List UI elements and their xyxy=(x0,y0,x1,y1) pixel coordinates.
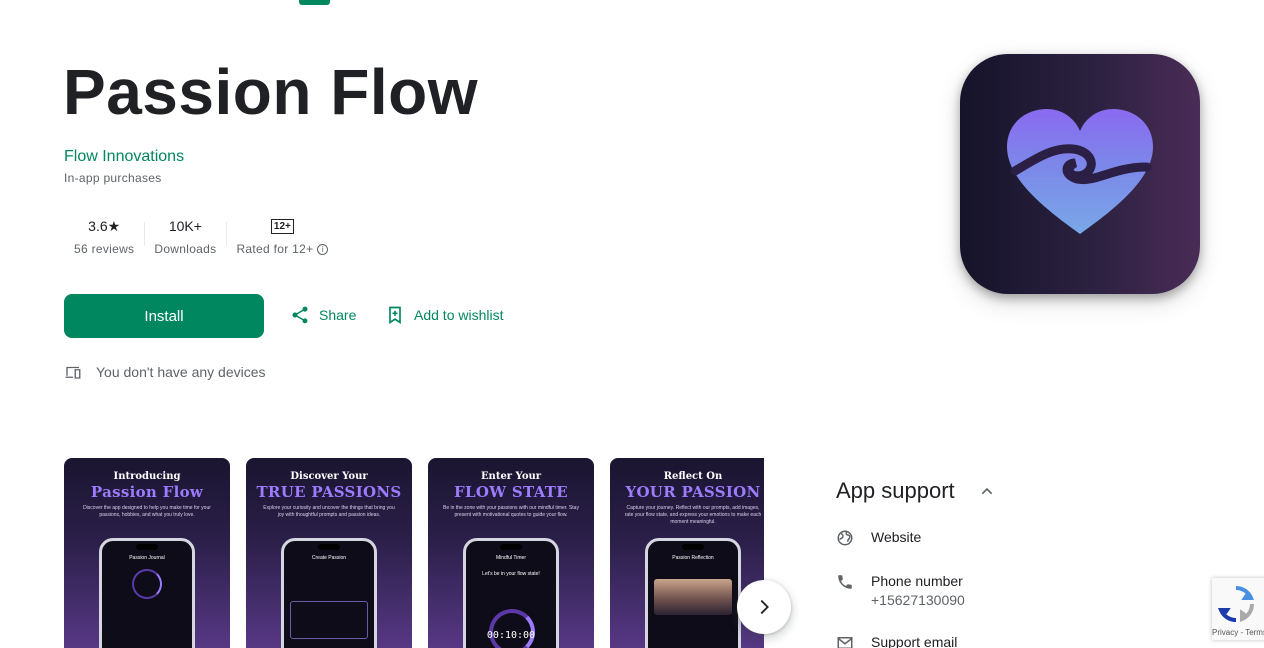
reviews-count: 56 reviews xyxy=(74,242,135,256)
devices-notice: You don't have any devices xyxy=(64,363,266,381)
share-label: Share xyxy=(319,307,357,323)
share-button[interactable]: Share xyxy=(290,305,356,325)
info-icon[interactable]: i xyxy=(317,243,329,255)
screenshot-heading-line1: Discover Your xyxy=(290,471,368,482)
downloads-value: 10K+ xyxy=(168,218,202,234)
profile-avatar xyxy=(132,569,162,599)
rating-value: 3.6★ xyxy=(88,218,121,234)
wishlist-label: Add to wishlist xyxy=(414,307,504,323)
recaptcha-badge[interactable]: Privacy - Terms xyxy=(1212,578,1264,640)
app-icon xyxy=(960,54,1200,294)
screenshot-heading-line1: Enter Your xyxy=(480,471,542,482)
bookmark-add-icon xyxy=(389,306,401,325)
downloads-stat: 10K+ Downloads xyxy=(144,214,226,256)
email-label: Support email xyxy=(871,634,958,648)
screenshot-heading-line1: Reflect On xyxy=(663,471,723,482)
app-stats: 3.6★ 56 reviews 10K+ Downloads 12+ Rated… xyxy=(64,214,338,256)
phone-mockup: Create Passion xyxy=(281,538,377,648)
phone-mockup: Mindful Timer Let's be in your flow stat… xyxy=(463,538,559,648)
app-support-title: App support xyxy=(836,478,955,503)
screenshot-description: Explore your curiosity and uncover the t… xyxy=(263,505,395,518)
screenshots-carousel: Introducing Passion Flow Discover the ap… xyxy=(64,458,764,648)
phone-mockup: Passion Journal xyxy=(99,538,195,648)
mail-icon xyxy=(837,637,853,648)
screenshot-heading-line2: FLOW STATE xyxy=(454,483,568,501)
timer-ring xyxy=(489,609,535,648)
phone-message: Let's be in your flow state! xyxy=(482,571,540,577)
devices-icon xyxy=(65,366,81,379)
phone-value: +15627130090 xyxy=(871,592,965,608)
share-icon xyxy=(292,306,308,324)
content-rating-label: Rated for 12+ xyxy=(236,242,314,256)
add-to-wishlist-button[interactable]: Add to wishlist xyxy=(385,305,503,325)
phone-label: Phone number xyxy=(871,573,963,589)
carousel-next-button[interactable] xyxy=(737,580,791,634)
globe-icon xyxy=(837,530,853,546)
screenshot-heading-line2: TRUE PASSIONS xyxy=(256,483,402,501)
screenshot-2[interactable]: Discover Your TRUE PASSIONS Explore your… xyxy=(246,458,412,648)
content-rating-badge: 12+ xyxy=(270,218,294,234)
screenshot-1[interactable]: Introducing Passion Flow Discover the ap… xyxy=(64,458,230,648)
devices-message: You don't have any devices xyxy=(96,364,266,380)
website-label: Website xyxy=(871,529,922,545)
app-support-header[interactable]: App support xyxy=(836,478,995,504)
text-entry-box xyxy=(290,601,368,639)
sunset-photo xyxy=(654,579,732,615)
chevron-right-icon xyxy=(760,599,769,615)
developer-link[interactable]: Flow Innovations xyxy=(64,148,184,166)
downloads-label: Downloads xyxy=(154,242,217,256)
screenshot-description: Discover the app designed to help you ma… xyxy=(83,505,211,518)
chevron-up-icon xyxy=(981,487,992,495)
heart-wave-logo-icon xyxy=(1007,109,1153,234)
active-tab-indicator xyxy=(299,0,330,5)
recaptcha-logo-icon xyxy=(1218,585,1255,623)
screenshot-3[interactable]: Enter Your FLOW STATE Be in the zone wit… xyxy=(428,458,594,648)
screenshot-heading-line2: YOUR PASSION xyxy=(625,483,761,501)
timer-value: 00:10:00 xyxy=(486,630,536,641)
phone-mockup: Passion Reflection xyxy=(645,538,741,648)
screenshot-heading-line2: Passion Flow xyxy=(90,483,204,501)
screenshot-description: Capture your journey. Reflect with our p… xyxy=(624,505,762,525)
screenshot-description: Be in the zone with your passions with o… xyxy=(443,505,579,518)
support-website[interactable]: Website xyxy=(836,529,921,547)
screenshot-heading-line1: Introducing xyxy=(113,471,181,482)
support-email[interactable]: Support email xyxy=(836,634,957,648)
support-phone[interactable]: Phone number +15627130090 xyxy=(836,573,965,608)
recaptcha-links[interactable]: Privacy - Terms xyxy=(1212,628,1264,637)
in-app-purchases-note: In-app purchases xyxy=(64,171,162,185)
phone-screen-title: Mindful Timer xyxy=(495,555,526,561)
phone-screen-title: Create Passion xyxy=(311,555,347,561)
phone-screen-title: Passion Journal xyxy=(129,555,165,561)
rating-stat[interactable]: 3.6★ 56 reviews xyxy=(64,214,144,256)
app-title: Passion Flow xyxy=(63,56,478,128)
phone-screen-title: Passion Reflection xyxy=(672,555,714,561)
install-button[interactable]: Install xyxy=(64,294,264,338)
phone-icon xyxy=(838,575,852,589)
content-rating-stat: 12+ Rated for 12+ i xyxy=(226,214,338,256)
